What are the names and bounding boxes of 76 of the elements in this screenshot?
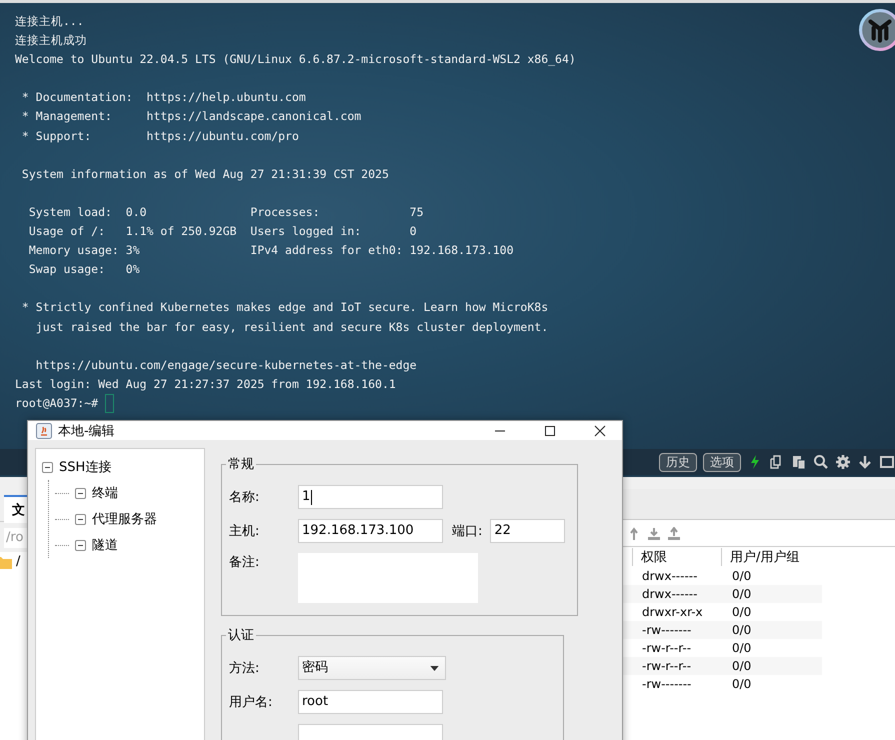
download-icon[interactable]: [857, 454, 873, 470]
owner-cell: 0/0: [732, 623, 752, 637]
owner-cell: 0/0: [732, 659, 752, 673]
avatar-icon[interactable]: [859, 9, 895, 51]
terminal-line: 连接主机...: [15, 13, 84, 30]
file-row[interactable]: -rw------- 0/0: [622, 675, 822, 693]
collapse-icon[interactable]: [75, 540, 86, 550]
file-row[interactable]: drwx------ 0/0: [622, 567, 822, 585]
tree-item[interactable]: SSH连接: [59, 458, 112, 476]
column-header[interactable]: 权限: [632, 548, 721, 566]
tree-item[interactable]: 终端: [92, 484, 118, 502]
permissions-cell-text: drwx------: [641, 569, 698, 583]
terminal-line: * Strictly confined Kubernetes makes edge and IoT secure. Learn how MicroK8s: [20, 299, 548, 316]
field-label: 名称:: [229, 489, 260, 506]
tree-item[interactable]: 代理服务器: [92, 510, 157, 528]
field-label: 备注:: [229, 554, 260, 571]
paste-icon[interactable]: [791, 454, 807, 470]
file-row[interactable]: drwxr-xr-x 0/0: [622, 603, 822, 621]
terminal-line: Memory usage: 3% IPv4 address for eth0: 192.168.173.100: [28, 242, 514, 260]
toolbar-button[interactable]: 选项: [703, 452, 741, 472]
file-row[interactable]: -rw-r--r-- 0/0: [622, 639, 822, 657]
terminal-line: Swap usage: 0%: [28, 261, 140, 278]
terminal-line: https://ubuntu.com/engage/secure-kubernetes-at-the-edge: [34, 356, 417, 374]
terminal-line: just raised the bar for easy, resilient and secure K8s cluster deployment.: [34, 318, 548, 336]
name-field[interactable]: 1: [298, 485, 443, 509]
terminal-line: System load: 0.0 Processes: 75: [28, 204, 424, 221]
settings-icon[interactable]: [835, 454, 851, 470]
collapse-icon[interactable]: [75, 514, 86, 524]
permissions-cell-text: -rw-r--r--: [641, 659, 692, 673]
permissions-cell-text: -rw-r--r--: [641, 641, 692, 655]
permissions-cell-text: -rw-------: [641, 677, 692, 691]
collapse-icon[interactable]: [75, 488, 86, 498]
group-title: 常规: [227, 456, 255, 473]
terminal-line: * Documentation: https://help.ubuntu.com: [20, 89, 306, 106]
group-title: 认证: [227, 627, 255, 644]
terminal-line: Usage of /: 1.1% of 250.92GB Users logged in: 0: [28, 223, 417, 240]
field-label: 主机:: [229, 523, 260, 540]
text-cursor: [105, 394, 114, 413]
terminal-line: * Management: https://landscape.canonical.com: [20, 108, 362, 126]
port-field[interactable]: 22: [490, 519, 566, 543]
terminal-line: 连接主机成功: [15, 32, 87, 50]
host-field[interactable]: 192.168.173.100: [298, 519, 443, 543]
tree-item[interactable]: 隧道: [92, 536, 118, 554]
owner-cell: 0/0: [732, 641, 752, 655]
permissions-cell-text: drwx------: [641, 587, 698, 601]
username-field[interactable]: root: [298, 690, 443, 714]
owner-cell: 0/0: [732, 677, 752, 691]
maximize-icon[interactable]: [544, 424, 556, 436]
file-row[interactable]: -rw-r--r-- 0/0: [622, 657, 822, 675]
caret-icon: [430, 666, 439, 670]
file-row[interactable]: drwx------ 0/0: [622, 585, 822, 603]
toolbar-button[interactable]: 历史: [659, 452, 697, 472]
field-label: 端口:: [452, 523, 482, 540]
collapse-icon[interactable]: [42, 462, 53, 472]
close-icon[interactable]: [594, 424, 606, 436]
terminal-line: * Support: https://ubuntu.com/pro: [20, 128, 299, 145]
terminal-line: Last login: Wed Aug 27 21:27:37 2025 from 192.168.160.1: [15, 376, 396, 393]
field-label: 用户名:: [229, 694, 274, 711]
column-header[interactable]: 用户/用户组: [721, 548, 800, 566]
permissions-cell-text: -rw-------: [641, 623, 692, 637]
upload-icon[interactable]: [667, 527, 681, 541]
file-row[interactable]: -rw------- 0/0: [622, 621, 822, 639]
terminal-line: Welcome to Ubuntu 22.04.5 LTS (GNU/Linux 6.6.87.2-microsoft-standard-WSL2 x86_64): [15, 51, 576, 68]
terminal-line: System information as of Wed Aug 27 21:31:39 CST 2025: [20, 166, 389, 183]
method-dropdown[interactable]: 密码: [298, 656, 446, 680]
app-icon: [36, 422, 52, 438]
window-icon[interactable]: [879, 454, 895, 470]
owner-cell: 0/0: [732, 587, 752, 601]
terminal-prompt: root@A037:~#: [15, 394, 98, 412]
dialog-title: 本地-编辑: [58, 422, 115, 440]
tree-item[interactable]: /: [16, 554, 20, 569]
field-label: 方法:: [229, 660, 260, 677]
search-icon[interactable]: [813, 454, 829, 470]
owner-cell: 0/0: [732, 569, 752, 583]
owner-cell: 0/0: [732, 605, 752, 619]
permissions-cell-text: drwxr-xr-x: [641, 605, 704, 619]
